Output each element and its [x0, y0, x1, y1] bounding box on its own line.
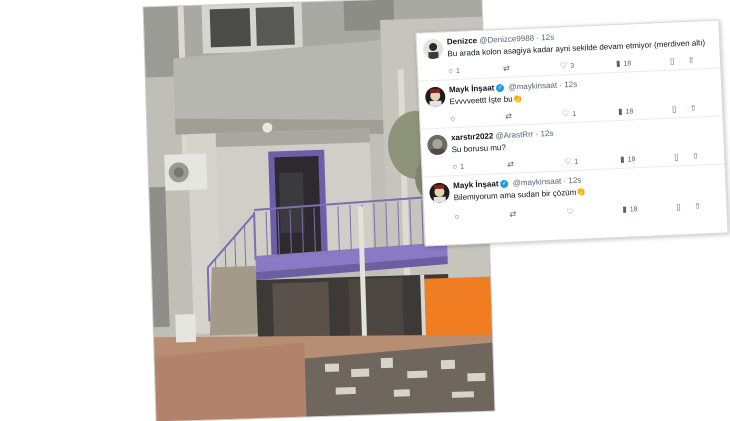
tweet-header: xarstır2022 @ArastRrr · 12s [451, 129, 554, 142]
verified-icon: ✓ [496, 84, 504, 92]
timestamp[interactable]: 12s [540, 129, 553, 139]
reply-count: 1 [460, 164, 464, 171]
like-count: 1 [574, 159, 578, 166]
like-button[interactable]: ♡3 [560, 61, 574, 71]
user-handle[interactable]: @ArastRrr [495, 130, 533, 141]
views-count: 18 [625, 108, 633, 115]
timestamp[interactable]: 12s [541, 33, 554, 43]
user-handle[interactable]: @maykinsaat [513, 177, 562, 188]
views-icon: ▮ [618, 107, 623, 116]
share-icon: ⇧ [688, 56, 695, 65]
tweet-header: Denizce @Denizce9988 · 12s [447, 33, 555, 47]
user-handle[interactable]: @Denizce9988 [479, 34, 534, 45]
retweet-icon: ⇄ [507, 160, 514, 169]
retweet-button[interactable]: ⇄ [507, 159, 517, 168]
retweet-icon: ⇄ [509, 210, 516, 219]
like-count: 3 [570, 63, 574, 70]
views-button[interactable]: ▮18 [618, 106, 634, 116]
reply-button[interactable]: ○ [454, 212, 462, 221]
twitter-thread-screenshot: Denizce @Denizce9988 · 12s Bu arada kolo… [415, 19, 728, 246]
share-button[interactable]: ⇧ [692, 151, 702, 160]
views-button[interactable]: ▮18 [620, 154, 636, 164]
tweet-text-content: Bilemiyorum ama sudan bir çözüm [454, 188, 577, 202]
share-icon: ⇧ [690, 104, 697, 113]
retweet-icon: ⇄ [503, 64, 510, 73]
retweet-button[interactable]: ⇄ [503, 64, 513, 73]
share-button[interactable]: ⇧ [688, 55, 698, 64]
share-button[interactable]: ⇧ [694, 201, 704, 210]
like-icon: ♡ [560, 61, 568, 70]
bookmark-icon: ▯ [676, 202, 681, 211]
user-handle[interactable]: @maykinsaat [508, 81, 557, 92]
views-icon: ▮ [620, 155, 625, 164]
bookmark-button[interactable]: ▯ [672, 104, 680, 113]
like-button[interactable]: ♡1 [562, 109, 576, 119]
views-button[interactable]: ▮18 [616, 58, 632, 68]
reply-icon: ○ [450, 114, 455, 123]
retweet-button[interactable]: ⇄ [509, 209, 519, 218]
like-icon: ♡ [562, 109, 570, 118]
bookmark-button[interactable]: ▯ [670, 56, 678, 65]
retweet-button[interactable]: ⇄ [505, 111, 515, 120]
retweet-icon: ⇄ [505, 112, 512, 121]
views-icon: ▮ [622, 205, 627, 214]
avatar[interactable] [429, 182, 450, 203]
bookmark-icon: ▯ [672, 104, 677, 113]
tweet-text-content: Evvvveettt İşte bu [449, 95, 512, 107]
views-count: 18 [623, 60, 631, 67]
views-icon: ▮ [616, 59, 621, 68]
views-button[interactable]: ▮18 [622, 204, 638, 214]
share-button[interactable]: ⇧ [690, 103, 700, 112]
bookmark-button[interactable]: ▯ [674, 152, 682, 161]
share-icon: ⇧ [694, 201, 701, 210]
like-icon: ♡ [566, 207, 574, 216]
clapping-hands-emoji: 👏 [576, 187, 586, 196]
avatar[interactable] [425, 87, 446, 108]
like-icon: ♡ [564, 157, 572, 166]
bookmark-button[interactable]: ▯ [676, 202, 684, 211]
views-count: 18 [630, 206, 638, 213]
reply-button[interactable]: ○1 [448, 66, 460, 76]
display-name[interactable]: Mayk İnşaat [449, 83, 495, 94]
tweet-actions: ○ ⇄ ♡ ▮18 ▯ ⇧ [454, 201, 718, 223]
separator: · [535, 129, 538, 138]
timestamp[interactable]: 12s [564, 80, 577, 90]
display-name[interactable]: xarstır2022 [451, 131, 494, 142]
timestamp[interactable]: 12s [568, 176, 581, 186]
reply-icon: ○ [452, 162, 457, 171]
avatar[interactable] [427, 134, 448, 155]
like-button[interactable]: ♡ [566, 207, 577, 216]
reply-button[interactable]: ○1 [452, 162, 464, 172]
reply-icon: ○ [448, 66, 453, 75]
verified-icon: ✓ [500, 180, 508, 188]
bookmark-icon: ▯ [670, 56, 675, 65]
like-count: 1 [572, 111, 576, 118]
tweet-4: Mayk İnşaat✓ @maykinsaat · 12s Bilemiyor… [423, 164, 727, 237]
separator: · [563, 176, 566, 185]
avatar[interactable] [423, 39, 444, 60]
separator: · [536, 33, 539, 42]
reply-icon: ○ [454, 212, 459, 221]
like-button[interactable]: ♡1 [564, 157, 578, 167]
separator: · [559, 80, 562, 89]
display-name[interactable]: Mayk İnşaat [453, 179, 499, 190]
bookmark-icon: ▯ [674, 152, 679, 161]
views-count: 18 [627, 156, 635, 163]
reply-count: 1 [456, 68, 460, 75]
clapping-hands-emoji: 👏 [512, 94, 522, 103]
share-icon: ⇧ [692, 151, 699, 160]
display-name[interactable]: Denizce [447, 36, 478, 46]
reply-button[interactable]: ○ [450, 114, 458, 123]
